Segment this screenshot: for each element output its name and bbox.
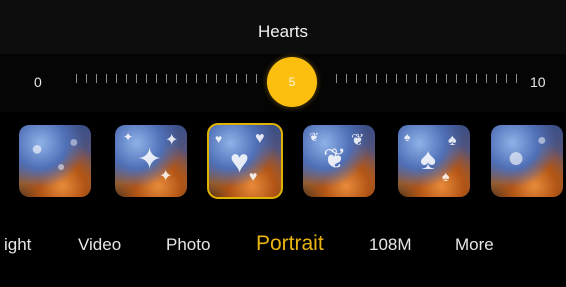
slider-tick [216,74,217,83]
slider-tick [206,74,207,83]
effect-title-bar: Hearts [0,0,566,54]
slider-tick [476,74,477,83]
slider-tick [186,74,187,83]
slider-tick [106,74,107,83]
slider-tick [176,74,177,83]
mode-photo[interactable]: Photo [166,235,210,255]
slider-tick [376,74,377,83]
slider-tick [356,74,357,83]
slider-tick [96,74,97,83]
slider-tick [516,74,517,83]
slider-tick [416,74,417,83]
slider-knob[interactable]: 5 [267,57,317,107]
slider-tick [456,74,457,83]
bokeh-butterflies-icon: ❦ [323,143,347,174]
slider-min-label: 0 [34,74,42,90]
slider-tick [246,74,247,83]
slider-tick [236,74,237,83]
bokeh-circles-icon: ● [31,138,44,160]
mode-108m[interactable]: 108M [369,235,412,255]
slider-tick [146,74,147,83]
slider-tick [226,74,227,83]
slider-tick [506,74,507,83]
effect-thumb-stars[interactable]: ✦ ✦ ✦ ✦ [115,125,187,197]
slider-tick [116,74,117,83]
bokeh-hearts-icon: ♥ [230,143,249,179]
bokeh-drops-icon: ● [507,141,526,174]
slider-tick [256,74,257,83]
effect-title: Hearts [257,22,309,41]
slider-tick [86,74,87,83]
slider-tick [426,74,427,83]
effect-thumbnail-strip[interactable]: ● ● ● ✦ ✦ ✦ ✦ ♥ ♥ ♥ ♥ ❦ ❦ ❦ ♠ ♠ ♠ ♠ ● ● [0,112,566,208]
mode-portrait[interactable]: Portrait [256,232,324,256]
effect-thumb-circles[interactable]: ● ● ● [19,125,91,197]
slider-tick [346,74,347,83]
slider-tick [406,74,407,83]
effect-thumb-hearts[interactable]: ♥ ♥ ♥ ♥ [207,123,283,199]
slider-tick [156,74,157,83]
slider-tick [496,74,497,83]
slider-tick [336,74,337,83]
slider-tick [436,74,437,83]
slider-tick [126,74,127,83]
slider-tick [196,74,197,83]
slider-tick [366,74,367,83]
mode-more[interactable]: More [455,235,494,255]
slider-max-label: 10 [530,74,546,90]
slider-tick [166,74,167,83]
bokeh-trees-icon: ♠ [420,143,436,176]
portrait-effects-panel: Hearts 0 10 5 ● ● ● ✦ ✦ ✦ ✦ ♥ ♥ ♥ ♥ ❦ ❦ … [0,0,566,287]
slider-tick [136,74,137,83]
slider-tick [76,74,77,83]
slider-tick [386,74,387,83]
mode-video[interactable]: Video [78,235,121,255]
slider-tick [396,74,397,83]
effect-thumb-drops[interactable]: ● ● [491,125,563,197]
effect-thumb-butterflies[interactable]: ❦ ❦ ❦ [303,125,375,197]
camera-mode-bar: ight Video Photo Portrait 108M More [0,208,566,287]
mode-partial[interactable]: ight [4,235,31,255]
slider-tick [466,74,467,83]
slider-tick [446,74,447,83]
effect-thumb-trees[interactable]: ♠ ♠ ♠ ♠ [398,125,470,197]
slider-tick [486,74,487,83]
